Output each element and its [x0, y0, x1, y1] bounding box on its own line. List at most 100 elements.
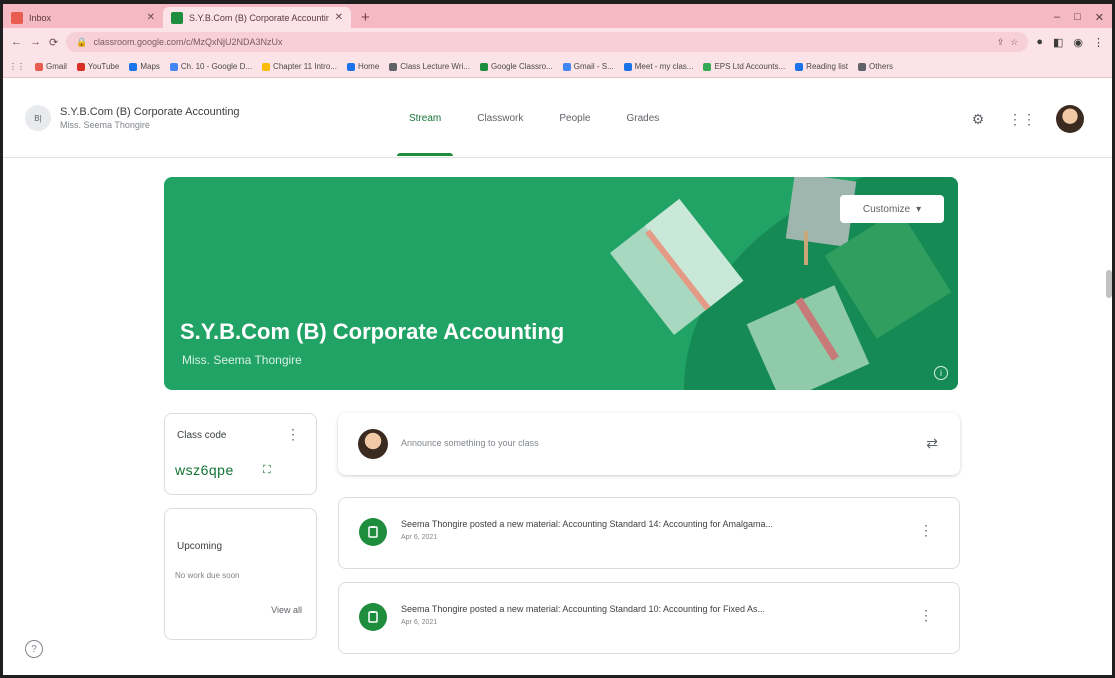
- class-code-label: Class code: [177, 430, 227, 441]
- tab-title: Inbox: [29, 12, 52, 23]
- info-icon[interactable]: i: [934, 366, 948, 380]
- repost-icon[interactable]: ⇄: [926, 435, 938, 452]
- scrollbar-thumb[interactable]: [1106, 270, 1112, 298]
- browser-tab-inbox[interactable]: Inbox ✕: [3, 7, 163, 28]
- upcoming-empty-text: No work due soon: [175, 571, 240, 580]
- bookmark-item[interactable]: Gmail: [35, 62, 67, 71]
- settings-gear-icon[interactable]: ⚙: [968, 109, 988, 129]
- banner-title: S.Y.B.Com (B) Corporate Accounting: [180, 319, 565, 344]
- back-icon[interactable]: ←: [11, 36, 22, 48]
- fullscreen-icon[interactable]: ⛶: [263, 464, 271, 477]
- reload-icon[interactable]: ⟳: [49, 36, 58, 49]
- close-icon[interactable]: ✕: [147, 12, 155, 23]
- header-actions: ⚙ ⋮⋮: [968, 105, 1084, 133]
- forward-icon[interactable]: →: [30, 36, 41, 48]
- bookmark-item[interactable]: Google Classro...: [479, 62, 553, 71]
- puzzle-icon[interactable]: ◧: [1053, 36, 1063, 49]
- bookmark-item[interactable]: Meet - my clas...: [623, 62, 693, 71]
- tab-classwork[interactable]: Classwork: [459, 78, 541, 158]
- bookmark-favicon-icon: [35, 62, 43, 71]
- bookmark-favicon-icon: [479, 62, 488, 71]
- bookmark-favicon-icon: [795, 62, 804, 71]
- profile-icon[interactable]: ◉: [1073, 36, 1083, 49]
- address-bar[interactable]: 🔒 classroom.google.com/c/MzQxNjU2NDA3NzU…: [66, 32, 1029, 52]
- class-avatar-icon[interactable]: B|: [25, 105, 51, 131]
- bookmark-item[interactable]: EPS Ltd Accounts...: [703, 62, 785, 71]
- bookmark-favicon-icon: [623, 62, 632, 71]
- more-vert-icon[interactable]: ⋮: [919, 522, 933, 539]
- bookmark-item[interactable]: Others: [857, 62, 893, 71]
- star-icon[interactable]: ☆: [1010, 37, 1018, 48]
- stream-post[interactable]: Seema Thongire posted a new material: Ac…: [338, 497, 960, 569]
- post-title: Seema Thongire posted a new material: Ac…: [401, 519, 774, 529]
- new-tab-button[interactable]: +: [355, 7, 376, 28]
- close-window-icon[interactable]: ✕: [1095, 11, 1104, 24]
- apps-icon[interactable]: ⋮⋮: [9, 62, 25, 71]
- class-code-card: Class code ⋮ wsz6qpe ⛶: [164, 413, 317, 495]
- url-text: classroom.google.com/c/MzQxNjU2NDA3NzUx: [93, 37, 283, 47]
- announce-box[interactable]: Announce something to your class ⇄: [338, 413, 960, 475]
- gmail-favicon-icon: [11, 11, 23, 24]
- class-code-value: wsz6qpe: [175, 462, 234, 478]
- bookmark-favicon-icon: [129, 62, 138, 71]
- post-title: Seema Thongire posted a new material: Ac…: [401, 604, 766, 614]
- bookmark-item[interactable]: Class Lecture Wri...: [389, 62, 470, 71]
- more-vert-icon[interactable]: ⋮: [286, 426, 300, 443]
- bookmark-favicon-icon: [346, 62, 355, 71]
- tab-title: S.Y.B.Com (B) Corporate Accounting: [189, 12, 329, 23]
- bookmark-favicon-icon: [262, 62, 271, 71]
- bookmark-item[interactable]: YouTube: [76, 62, 119, 71]
- bookmarks-bar: ⋮⋮ Gmail YouTube Maps Ch. 10 - Google D.…: [3, 56, 1112, 78]
- classroom-favicon-icon: [171, 11, 183, 24]
- bookmark-item[interactable]: Maps: [129, 62, 160, 71]
- minimize-icon[interactable]: –: [1054, 11, 1060, 24]
- bookmark-favicon-icon: [562, 62, 571, 71]
- share-icon[interactable]: ⇪: [997, 37, 1005, 48]
- bookmark-item[interactable]: Home: [346, 62, 379, 71]
- upcoming-label: Upcoming: [177, 541, 223, 552]
- material-icon: [359, 518, 387, 546]
- bookmark-favicon-icon: [169, 62, 178, 71]
- browser-tab-classroom[interactable]: S.Y.B.Com (B) Corporate Accounting ✕: [163, 7, 351, 28]
- chevron-down-icon: ▾: [916, 203, 922, 215]
- classroom-header: B| S.Y.B.Com (B) Corporate Accounting Mi…: [3, 78, 1112, 158]
- bookmark-item[interactable]: Reading list: [795, 62, 848, 71]
- bookmark-item[interactable]: Ch. 10 - Google D...: [169, 62, 252, 71]
- close-icon[interactable]: ✕: [335, 12, 343, 23]
- user-avatar: [358, 429, 388, 459]
- class-banner: S.Y.B.Com (B) Corporate Accounting Miss.…: [164, 177, 958, 390]
- post-date: Apr 6, 2021: [401, 534, 438, 541]
- window-controls: – □ ✕: [1054, 11, 1112, 28]
- bookmark-item[interactable]: Chapter 11 Intro...: [262, 62, 337, 71]
- extensions-area: ● ◧ ◉ ⋮: [1036, 36, 1104, 49]
- apps-grid-icon[interactable]: ⋮⋮: [1008, 109, 1036, 129]
- tab-stream[interactable]: Stream: [391, 78, 459, 158]
- tab-people[interactable]: People: [541, 78, 608, 158]
- bookmark-favicon-icon: [389, 62, 398, 71]
- teacher-name: Miss. Seema Thongire: [60, 120, 150, 130]
- browser-toolbar: ← → ⟳ 🔒 classroom.google.com/c/MzQxNjU2N…: [3, 28, 1112, 56]
- more-vert-icon[interactable]: ⋮: [919, 607, 933, 624]
- material-icon: [359, 603, 387, 631]
- view-all-link[interactable]: View all: [271, 605, 302, 615]
- extension-icon[interactable]: ●: [1036, 36, 1043, 49]
- account-avatar[interactable]: [1056, 105, 1084, 133]
- bookmark-favicon-icon: [703, 62, 712, 71]
- customize-button[interactable]: Customize ▾: [840, 195, 944, 223]
- maximize-icon[interactable]: □: [1074, 11, 1081, 24]
- customize-label: Customize: [862, 203, 911, 215]
- post-date: Apr 6, 2021: [401, 619, 438, 626]
- tab-grades[interactable]: Grades: [609, 78, 678, 158]
- bookmark-favicon-icon: [857, 62, 866, 71]
- class-nav-tabs: Stream Classwork People Grades: [391, 78, 677, 158]
- browser-tab-strip: Inbox ✕ S.Y.B.Com (B) Corporate Accounti…: [3, 4, 1112, 28]
- banner-teacher: Miss. Seema Thongire: [182, 353, 302, 367]
- upcoming-card: Upcoming No work due soon View all: [164, 508, 317, 640]
- bookmark-item[interactable]: Gmail - S...: [562, 62, 614, 71]
- menu-dots-icon[interactable]: ⋮: [1093, 36, 1104, 49]
- announce-placeholder: Announce something to your class: [401, 438, 539, 448]
- help-icon[interactable]: ?: [25, 640, 43, 658]
- stream-post[interactable]: Seema Thongire posted a new material: Ac…: [338, 582, 960, 654]
- class-name[interactable]: S.Y.B.Com (B) Corporate Accounting: [60, 106, 240, 118]
- bookmark-favicon-icon: [76, 62, 85, 71]
